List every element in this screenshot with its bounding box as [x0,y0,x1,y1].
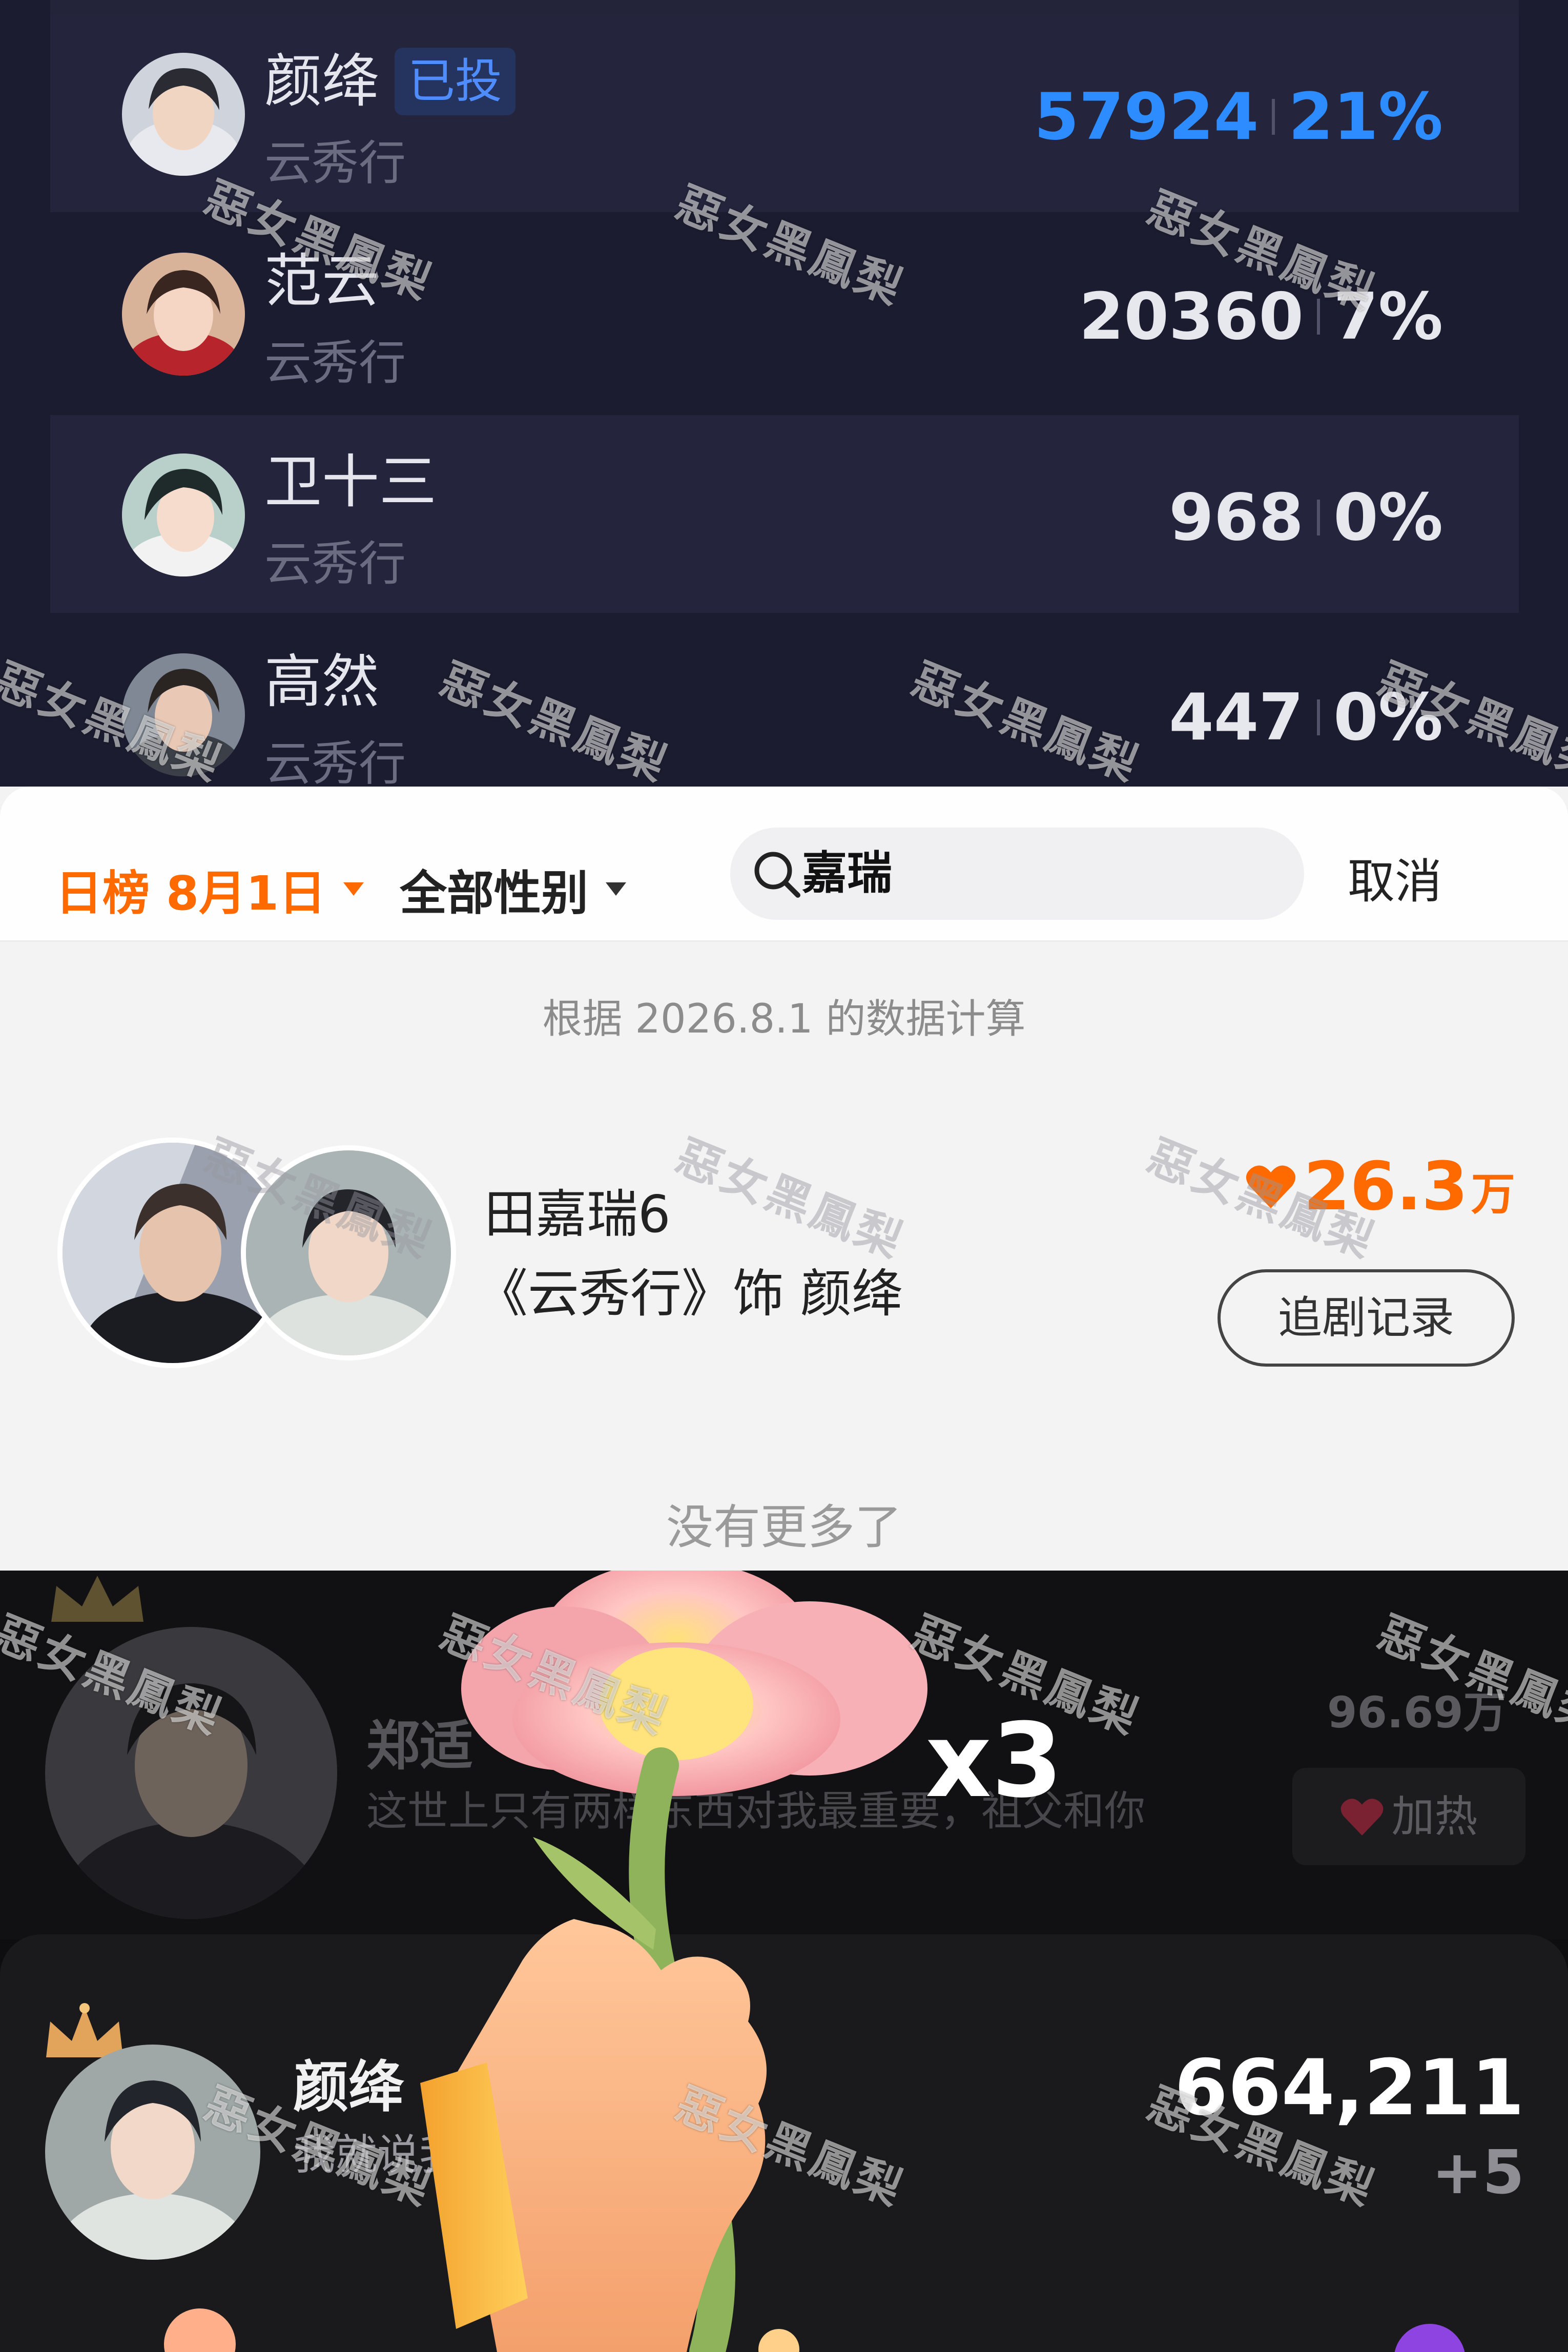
end-of-list: 没有更多了 [666,1500,902,1555]
gender-filter-label: 全部性别 [400,865,589,921]
score-divider [1272,99,1275,135]
avatar [122,53,245,176]
vote-count: 968 [1169,480,1304,555]
drama-title: 云秀行 [264,537,406,591]
vote-row[interactable]: 卫十三 云秀行 968 0% [50,415,1519,613]
caret-down-icon [606,882,627,896]
gift-screen: 郑适 这世上只有两样东西对我最重要，祖父和你 96.69万 加热 颜绛 我就说我… [0,1571,1568,2352]
result-role: 《云秀行》饰 颜绛 [477,1264,903,1324]
vote-score: 57924 21% [1034,78,1443,155]
vote-count: 57924 [1034,79,1259,154]
result-name: 田嘉瑞6 [484,1184,671,1244]
candidate-name: 颜绛 [264,48,379,115]
avatar [122,453,245,576]
combo-label: x3 [925,1701,1063,1821]
drama-title: 云秀行 [264,336,406,390]
vote-row[interactable]: 高然 云秀行 447 0% [50,615,1519,787]
caret-down-icon [343,882,364,896]
date-filter-label: 日榜 8月1日 [55,865,326,921]
vote-row-top-edge [50,0,1519,14]
vote-count: 447 [1169,679,1304,755]
vote-score: 968 0% [1169,479,1443,556]
search-query: 嘉瑞 [802,847,893,899]
boost-button[interactable]: 加热 [1292,1768,1525,1865]
cancel-button[interactable]: 取消 [1348,858,1442,905]
candidate-name: 高然 [264,649,379,715]
drama-title: 云秀行 [264,136,406,191]
gender-filter[interactable]: 全部性别 [400,845,627,933]
avatar [122,253,245,376]
vote-percent: 21% [1288,79,1443,154]
vote-ranking-panel: 颜绛 已投 云秀行 57924 21% 范云 云秀行 20360 7% 卫十三 … [0,0,1568,787]
heart-icon [1341,1799,1384,1835]
score-divider [1317,699,1321,735]
voted-badge: 已投 [395,48,516,115]
drama-title: 云秀行 [264,736,406,787]
date-filter[interactable]: 日榜 8月1日 [55,845,364,933]
search-icon [754,852,800,898]
data-date-note: 根据 2026.8.1 的数据计算 [542,996,1026,1042]
my-entry-delta: +5 [1432,2137,1524,2207]
boost-label: 加热 [1391,1791,1478,1842]
heat-unit: 万 [1471,1169,1515,1220]
watch-history-button[interactable]: 追剧记录 [1218,1269,1515,1367]
score-divider [1317,500,1321,535]
vote-score: 20360 7% [1079,278,1443,355]
vote-percent: 0% [1333,480,1443,555]
search-input[interactable]: 嘉瑞 [730,828,1304,920]
vote-count: 20360 [1079,279,1304,354]
filter-bar: 日榜 8月1日 全部性别 嘉瑞 取消 [0,787,1568,942]
candidate-name: 卫十三 [264,449,437,515]
